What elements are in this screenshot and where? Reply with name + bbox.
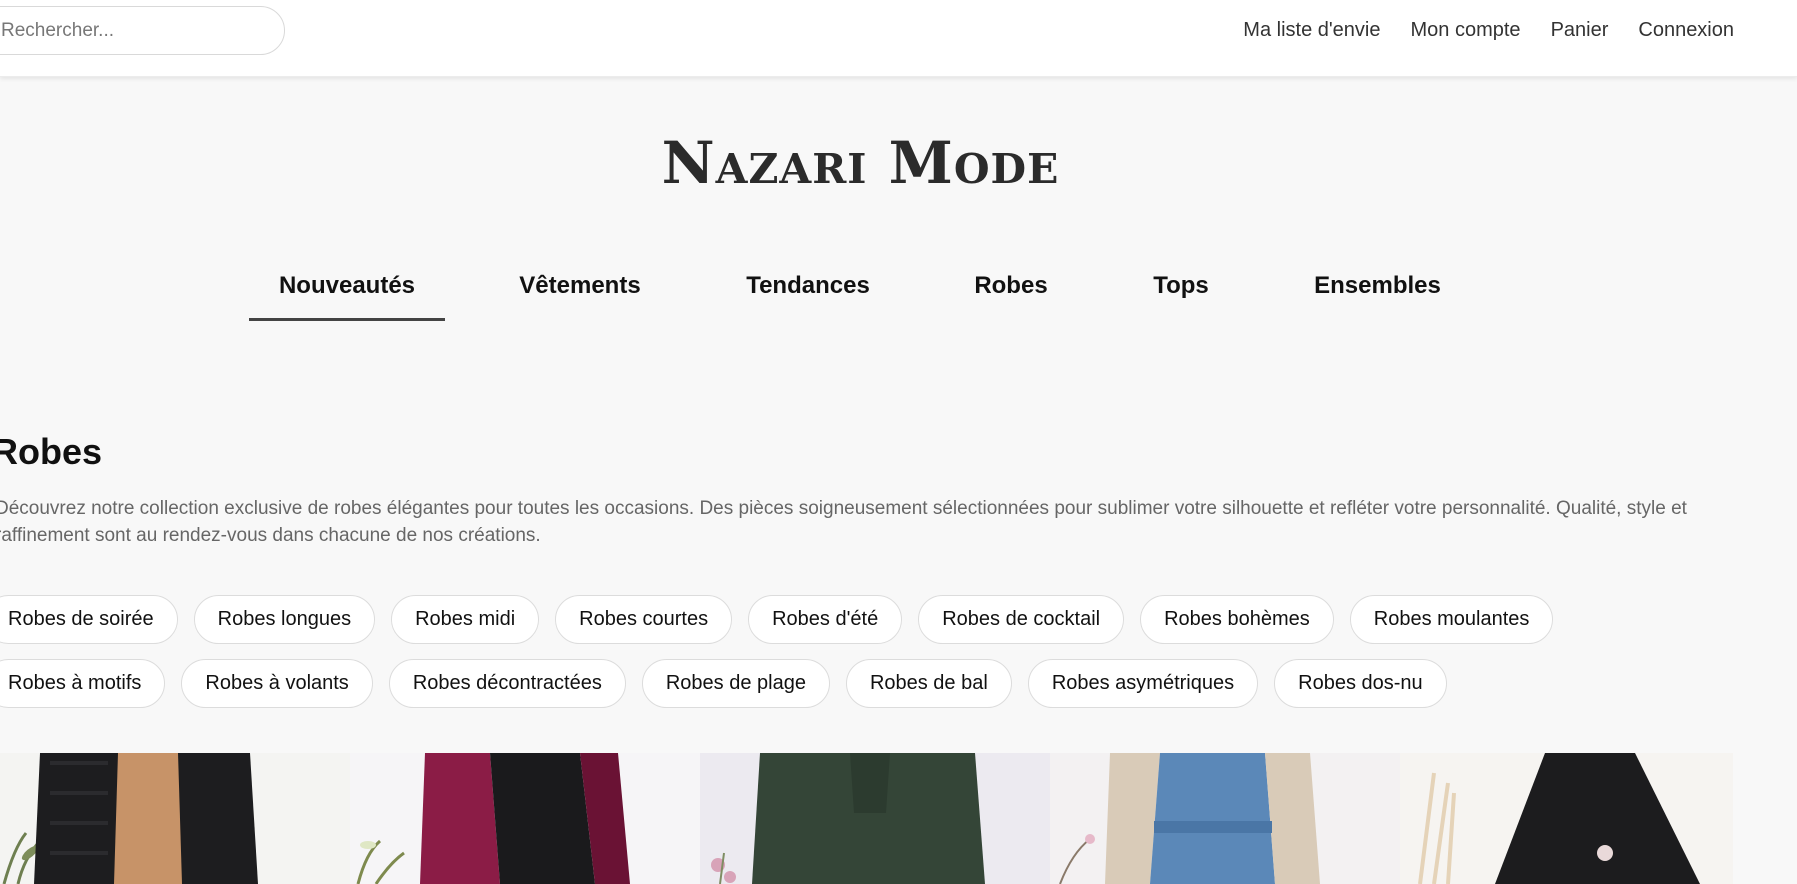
filter-chip[interactable]: Robes à volants [181, 659, 373, 708]
product-image[interactable] [1400, 753, 1733, 884]
filter-chip[interactable]: Robes courtes [555, 595, 733, 644]
product-card[interactable] [1400, 753, 1733, 884]
search-input[interactable] [0, 6, 285, 55]
filter-chips-row-2: Robes à motifs Robes à volants Robes déc… [0, 659, 1744, 708]
product-image[interactable] [700, 753, 1050, 884]
product-image[interactable] [0, 753, 350, 884]
filter-chip[interactable]: Robes décontractées [388, 659, 626, 708]
product-card[interactable] [1050, 753, 1400, 884]
brand-logo[interactable]: Nazari Mode [0, 128, 1721, 198]
filter-chip[interactable]: Robes de cocktail [918, 595, 1125, 644]
filter-chip[interactable]: Robes asymétriques [1027, 659, 1259, 708]
product-card[interactable] [0, 753, 350, 884]
tab-tops[interactable]: Tops [1131, 264, 1231, 321]
filter-chip[interactable]: Robes de bal [845, 659, 1012, 708]
filter-chips-row-1: Robes de soirée Robes longues Robes midi… [0, 595, 1744, 644]
product-grid [0, 753, 1733, 884]
section-description: Découvrez notre collection exclusive de … [0, 498, 1687, 546]
tab-vetements[interactable]: Vêtements [500, 264, 660, 321]
filter-chip[interactable]: Robes longues [193, 595, 376, 644]
filter-chip[interactable]: Robes de soirée [0, 595, 178, 644]
product-image[interactable] [350, 753, 700, 884]
filter-chip[interactable]: Robes à motifs [0, 659, 166, 708]
login-link[interactable]: Connexion [1638, 19, 1734, 42]
product-card[interactable] [700, 753, 1050, 884]
tab-nouveautes[interactable]: Nouveautés [249, 264, 445, 321]
tab-tendances[interactable]: Tendances [728, 264, 888, 321]
cart-link[interactable]: Panier [1551, 19, 1609, 42]
filter-chip[interactable]: Robes de plage [641, 659, 830, 708]
wishlist-link[interactable]: Ma liste d'envie [1243, 19, 1380, 42]
filter-chip[interactable]: Robes midi [391, 595, 540, 644]
account-link[interactable]: Mon compte [1411, 19, 1521, 42]
account-nav: Ma liste d'envie Mon compte Panier Conne… [1243, 0, 1734, 60]
product-image[interactable] [1050, 753, 1400, 884]
filter-chip[interactable]: Robes dos-nu [1274, 659, 1447, 708]
filter-chip[interactable]: Robes bohèmes [1140, 595, 1334, 644]
category-nav: Nouveautés Vêtements Tendances Robes Top… [0, 264, 1797, 324]
filter-chip[interactable]: Robes moulantes [1349, 595, 1554, 644]
section-title: Robes [0, 431, 103, 472]
filter-chip[interactable]: Robes d'été [748, 595, 903, 644]
tab-robes[interactable]: Robes [951, 264, 1071, 321]
tab-ensembles[interactable]: Ensembles [1300, 264, 1455, 321]
top-bar: Ma liste d'envie Mon compte Panier Conne… [0, 0, 1797, 77]
product-card[interactable] [350, 753, 700, 884]
